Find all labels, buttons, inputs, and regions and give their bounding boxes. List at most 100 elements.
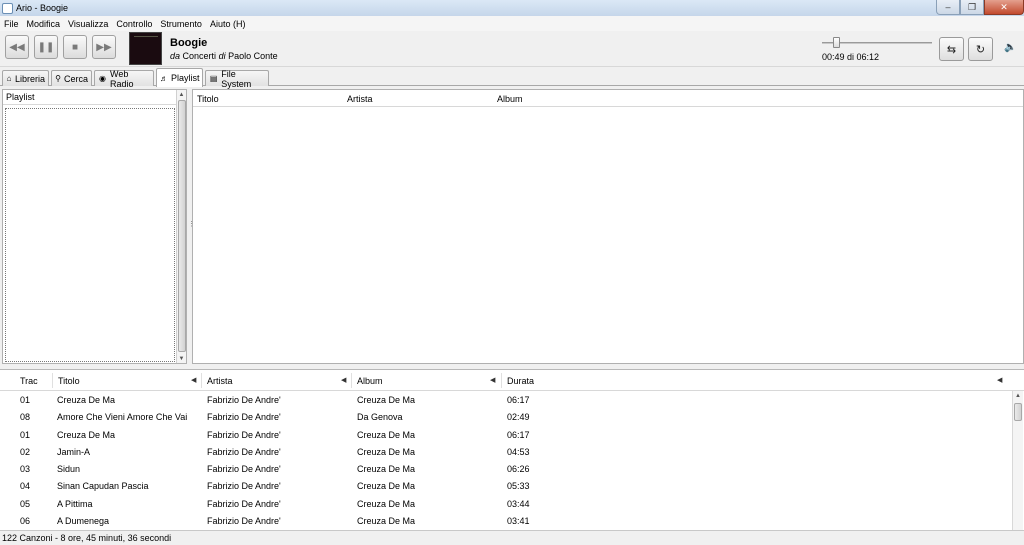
cell-title: Creuza De Ma: [57, 429, 116, 440]
menu-aiuto[interactable]: Aiuto (H): [206, 19, 250, 29]
cell-artist: Fabrizio De Andre': [207, 412, 281, 423]
column-track[interactable]: Trac: [20, 376, 38, 386]
cell-album: Creuza De Ma: [357, 446, 416, 457]
playlists-list[interactable]: [5, 108, 175, 362]
column-separator: [501, 373, 502, 388]
column-artista[interactable]: Artista: [347, 94, 373, 104]
menu-modifica[interactable]: Modifica: [23, 19, 65, 29]
scroll-down-icon[interactable]: ▼: [177, 354, 186, 363]
from-word: da: [170, 51, 181, 61]
tab-file-system[interactable]: ▤ File System: [205, 68, 269, 89]
tab-label: Web Radio: [110, 68, 134, 89]
stop-button[interactable]: ■: [63, 35, 87, 59]
shuffle-button[interactable]: ⇆: [939, 37, 964, 61]
title-bar: Ario - Boogie – ❐ ✕: [0, 0, 1024, 16]
column-title[interactable]: Titolo: [58, 376, 80, 386]
repeat-button[interactable]: ↻: [968, 37, 993, 61]
queue-scrollbar[interactable]: ▲: [1012, 391, 1023, 530]
cell-duration: 04:53: [507, 446, 530, 457]
tab-label: Playlist: [171, 73, 200, 83]
tab-web-radio[interactable]: ◉ Web Radio: [94, 68, 154, 89]
column-album[interactable]: Album: [497, 94, 523, 104]
cell-duration: 02:49: [507, 412, 530, 423]
menu-visualizza[interactable]: Visualizza: [64, 19, 112, 29]
close-button[interactable]: ✕: [984, 0, 1024, 15]
menu-file[interactable]: File: [0, 19, 23, 29]
cell-track: 06: [20, 516, 31, 527]
cell-artist: Fabrizio De Andre': [207, 429, 281, 440]
table-row[interactable]: 01 Creuza De Ma Fabrizio De Andre' Creuz…: [0, 391, 1024, 408]
table-row[interactable]: 01 Creuza De Ma Fabrizio De Andre' Creuz…: [0, 426, 1024, 443]
playlists-scrollbar[interactable]: ▲ ▼: [176, 90, 186, 363]
volume-icon[interactable]: 🔈: [1004, 42, 1016, 53]
window-controls: – ❐ ✕: [936, 0, 1024, 15]
cell-title: Creuza De Ma: [57, 395, 116, 405]
cell-track: 04: [20, 481, 31, 492]
cell-track: 08: [20, 412, 31, 423]
sort-arrow-icon[interactable]: ◀: [997, 376, 1002, 384]
tab-label: Cerca: [63, 73, 88, 84]
tab-label: File System: [221, 68, 252, 89]
column-separator: [351, 373, 352, 388]
song-subtitle: da Concerti di Paolo Conte: [170, 51, 278, 61]
cell-duration: 06:26: [507, 464, 530, 475]
scroll-thumb[interactable]: [178, 100, 186, 352]
column-titolo[interactable]: Titolo: [197, 94, 219, 104]
playlist-content-panel: Titolo Artista Album: [192, 89, 1024, 364]
cell-duration: 03:44: [507, 498, 530, 509]
maximize-button[interactable]: ❐: [960, 0, 984, 15]
sort-arrow-icon[interactable]: ◀: [490, 376, 495, 384]
cell-title: A Dumenega: [57, 516, 110, 527]
table-row[interactable]: 04 Sinan Capudan Pascia Fabrizio De Andr…: [0, 477, 1024, 494]
cell-artist: Fabrizio De Andre': [207, 464, 281, 475]
skip-forward-icon: ▶▶: [96, 41, 112, 53]
scroll-up-icon[interactable]: ▲: [1013, 391, 1023, 400]
menu-bar: File Modifica Visualizza Controllo Strum…: [0, 16, 1024, 31]
column-artist[interactable]: Artista: [207, 376, 233, 386]
table-row[interactable]: 08 Amore Che Vieni Amore Che Vai Fabrizi…: [0, 408, 1024, 425]
column-duration[interactable]: Durata: [507, 376, 534, 386]
tab-libreria[interactable]: ⌂ Libreria: [2, 70, 49, 86]
playlist-icon: ♬: [160, 73, 168, 83]
pause-button[interactable]: ❚❚: [34, 35, 58, 59]
cell-duration: 06:17: [507, 395, 530, 405]
tab-bar: ⌂ Libreria ⚲ Cerca ◉ Web Radio ♬ Playlis…: [0, 67, 1024, 89]
next-button[interactable]: ▶▶: [92, 35, 116, 59]
tab-playlist[interactable]: ♬ Playlist: [156, 68, 203, 87]
cell-title: Sinan Capudan Pascia: [57, 481, 149, 492]
sort-arrow-icon[interactable]: ◀: [341, 376, 346, 384]
cell-artist: Fabrizio De Andre': [207, 516, 281, 527]
menu-strumento[interactable]: Strumento: [156, 19, 206, 29]
cell-artist: Fabrizio De Andre': [207, 446, 281, 457]
table-row[interactable]: 06 A Dumenega Fabrizio De Andre' Creuza …: [0, 512, 1024, 529]
album-cover[interactable]: [129, 32, 162, 65]
table-row[interactable]: 02 Jamin-A Fabrizio De Andre' Creuza De …: [0, 443, 1024, 460]
table-row[interactable]: 05 A Pittima Fabrizio De Andre' Creuza D…: [0, 495, 1024, 512]
cell-track: 03: [20, 464, 31, 475]
scroll-up-icon[interactable]: ▲: [177, 90, 186, 99]
seek-handle[interactable]: [833, 37, 841, 48]
pause-icon: ❚❚: [37, 41, 55, 53]
scroll-thumb[interactable]: [1014, 403, 1022, 421]
queue-header: Trac Titolo ◀ Artista ◀ Album ◀ Durata ◀: [0, 370, 1024, 391]
cell-duration: 05:33: [507, 481, 530, 492]
player-toolbar: ◀◀ ❚❚ ■ ▶▶ Boogie da Concerti di Paolo C…: [0, 31, 1024, 67]
cell-title: Jamin-A: [57, 446, 91, 457]
cell-artist: Fabrizio De Andre': [207, 498, 281, 509]
column-album[interactable]: Album: [357, 376, 383, 386]
playlists-panel: Playlist ▲ ▼: [2, 89, 187, 364]
cell-album: Creuza De Ma: [357, 516, 416, 527]
previous-button[interactable]: ◀◀: [5, 35, 29, 59]
cell-album: Creuza De Ma: [357, 395, 416, 405]
playlists-header[interactable]: Playlist: [3, 90, 186, 105]
song-title: Boogie: [170, 37, 208, 49]
shuffle-icon: ⇆: [946, 43, 957, 56]
tab-cerca[interactable]: ⚲ Cerca: [51, 70, 92, 86]
table-row[interactable]: 03 Sidun Fabrizio De Andre' Creuza De Ma…: [0, 460, 1024, 477]
artist-name: Paolo Conte: [228, 51, 278, 61]
magnifier-icon: ⚲: [55, 74, 61, 83]
menu-controllo[interactable]: Controllo: [112, 19, 156, 29]
cell-duration: 03:41: [507, 516, 530, 527]
sort-arrow-icon[interactable]: ◀: [191, 376, 196, 384]
minimize-button[interactable]: –: [936, 0, 960, 15]
